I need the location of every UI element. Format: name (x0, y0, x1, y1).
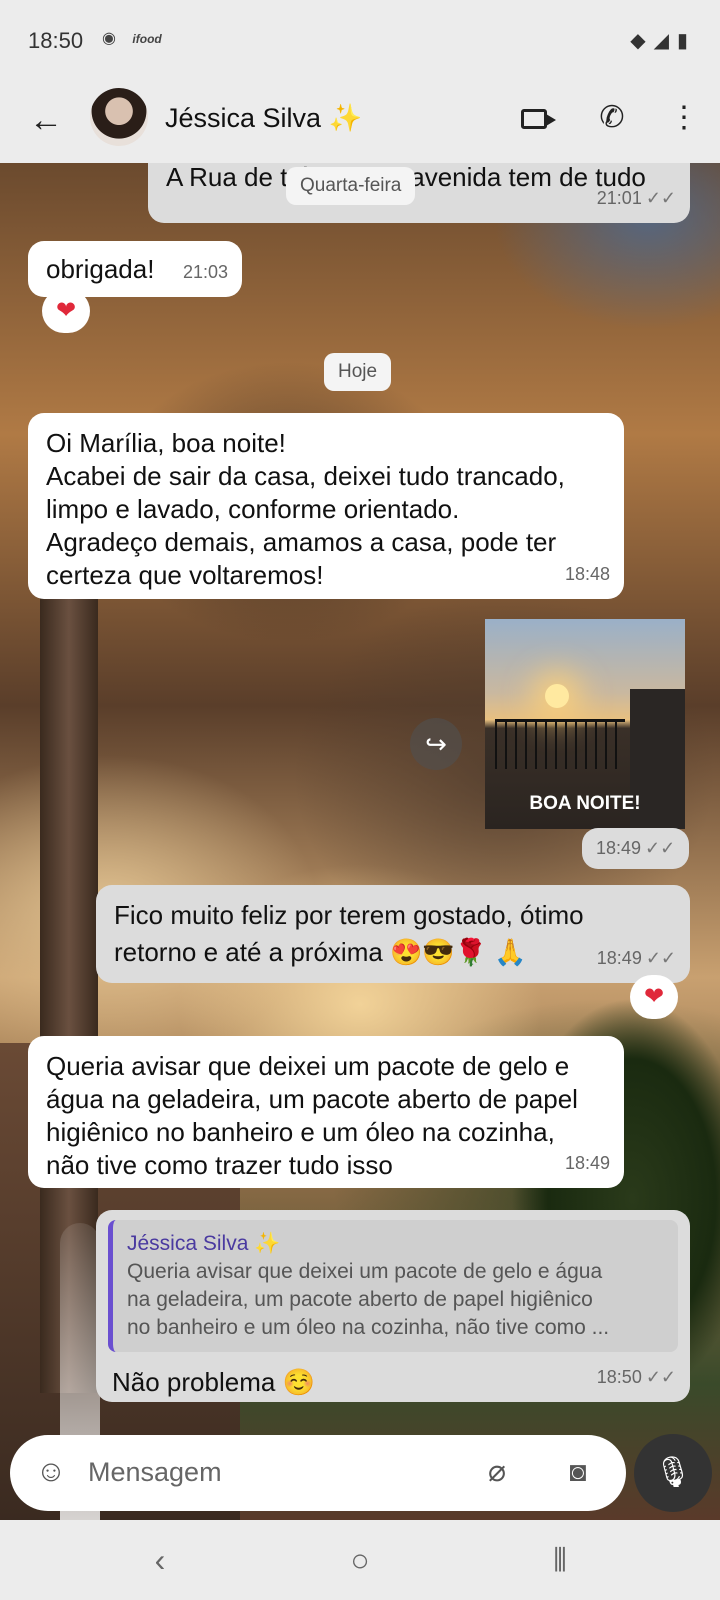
nav-back-icon[interactable]: ‹ (130, 1536, 190, 1584)
more-options-icon[interactable]: ⋮ (660, 94, 708, 142)
ifood-icon: ifood (132, 32, 162, 46)
status-time: 18:50 (28, 28, 84, 53)
date-separator: Quarta-feira (286, 167, 416, 205)
microphone-button[interactable]: 🎙 (634, 1434, 712, 1512)
wifi-icon: ◆ (630, 30, 654, 52)
phone-call-icon[interactable]: ✆ (588, 94, 636, 142)
video-call-icon[interactable] (510, 94, 558, 142)
attach-icon[interactable]: ⌀ (478, 1453, 516, 1491)
image-timestamp: 18:49 ✓✓ (582, 828, 690, 869)
read-ticks-icon: ✓✓ (645, 188, 676, 208)
message-input[interactable]: Mensagem (88, 1457, 222, 1488)
sunset-sun (545, 684, 569, 708)
read-ticks-icon: ✓✓ (645, 838, 676, 858)
chat-header: ← Jéssica Silva ✨ ✆ ⋮ (0, 80, 720, 163)
image-message[interactable]: BOA NOITE! (485, 619, 685, 829)
quoted-message[interactable]: Jéssica Silva ✨ Queria avisar que deixei… (108, 1220, 678, 1352)
back-button[interactable]: ← (22, 96, 70, 144)
message-bubble[interactable]: Oi Marília, boa noite! Acabei de sair da… (28, 413, 624, 599)
battery-icon: ▮ (676, 30, 696, 52)
sticker-icon[interactable]: ☺ (32, 1453, 70, 1491)
reply-message-bubble[interactable]: Jéssica Silva ✨ Queria avisar que deixei… (96, 1210, 690, 1402)
message-bubble[interactable]: Queria avisar que deixei um pacote de ge… (28, 1036, 624, 1188)
signal-icon: ◢ (653, 30, 677, 52)
sparkle-emoji: ✨ (328, 103, 363, 133)
nav-home-icon[interactable]: ○ (330, 1536, 390, 1584)
system-navigation-bar: ‹ ○ ⦀ (0, 1520, 720, 1600)
contact-name[interactable]: Jéssica Silva ✨ (165, 102, 362, 134)
status-bar: 18:50 ◉ ifood ◆◢▮ (0, 0, 720, 80)
read-ticks-icon: ✓✓ (645, 948, 676, 968)
chat-area[interactable]: A Rua de trás e uma avenida tem de tudo … (0, 163, 720, 1520)
date-separator: Hoje (324, 353, 392, 391)
heart-reaction-icon[interactable]: ❤ (630, 975, 678, 1019)
forward-icon[interactable]: ↪ (410, 718, 462, 770)
read-ticks-icon: ✓✓ (645, 1367, 676, 1387)
message-input-bar[interactable]: ☺ Mensagem ⌀ ◙ (10, 1435, 626, 1511)
heart-reaction-icon[interactable]: ❤ (42, 289, 90, 333)
message-bubble[interactable]: Fico muito feliz por terem gostado, ótim… (96, 885, 690, 983)
message-bubble[interactable]: A Rua de trás e uma avenida tem de tudo … (148, 163, 690, 223)
camera-icon[interactable]: ◙ (558, 1453, 598, 1491)
nav-recents-icon[interactable]: ⦀ (530, 1536, 590, 1584)
balcony-railing (495, 719, 625, 769)
avatar[interactable] (90, 88, 148, 146)
image-caption: BOA NOITE! (529, 793, 641, 814)
whatsapp-icon: ◉ (102, 30, 116, 47)
